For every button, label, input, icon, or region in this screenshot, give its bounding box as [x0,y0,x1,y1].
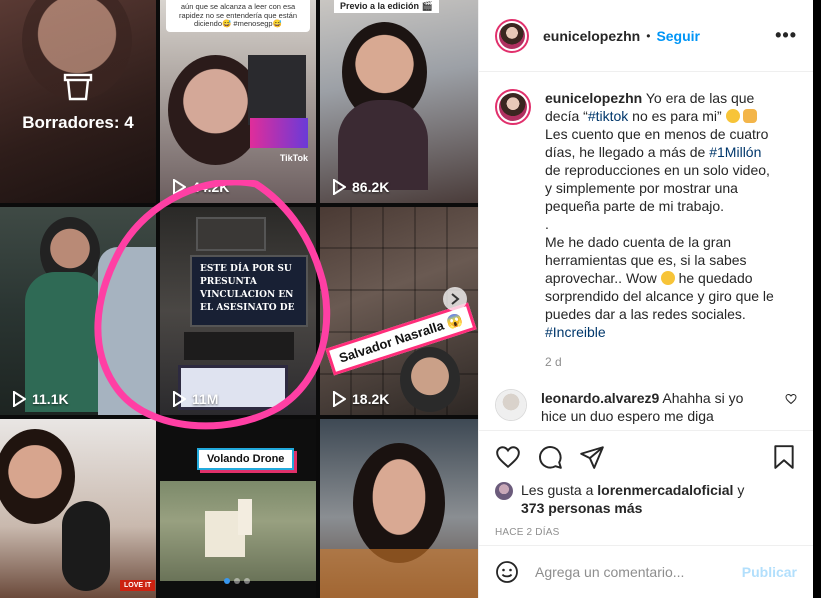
tiktok-watermark: TikTok [279,153,308,163]
church-tower [238,499,252,535]
play-count: 18.2K [332,391,389,407]
comment-input[interactable] [535,564,735,580]
liker-avatar[interactable] [495,482,513,500]
tile-drafts[interactable]: Borradores: 4 [0,0,156,203]
play-icon [173,391,186,407]
play-count: 86.2K [332,179,389,195]
caption-author[interactable]: eunicelopezhn [545,90,642,106]
play-icon [333,179,346,195]
tile-video-3[interactable]: Previo a la edición 🎬 86.2K [320,0,478,203]
likes-count[interactable]: 373 personas más [521,500,642,516]
comment-icon[interactable] [537,444,563,470]
surprised-emoji-icon [660,271,675,285]
add-comment-bar: Publicar [479,545,813,598]
post-media[interactable]: Borradores: 4 aún que se alcanza a leer … [0,0,478,598]
tile-video-7[interactable] [0,419,156,598]
carousel-dots [224,578,250,584]
pointing-hand-emoji-icon [743,109,758,123]
carousel-dot [234,578,240,584]
microphone [62,501,110,591]
publish-button[interactable]: Publicar [742,564,797,580]
person-body [98,247,156,415]
author-avatar[interactable] [495,18,529,53]
drafts-label: Borradores: 4 [22,112,134,132]
commenter-username[interactable]: leonardo.alvarez9 [541,390,659,406]
trash-icon [63,73,93,100]
chevron-right-icon [451,293,460,305]
tile-video-5[interactable]: ESTE DÍA POR SU PRESUNTA VINCULACION EN … [160,207,316,415]
play-count-value: 86.2K [352,179,390,195]
screen-graphic [250,118,308,148]
play-icon [173,179,186,195]
share-icon[interactable] [579,444,605,470]
likes-fragment: y [733,482,745,498]
hashtag-1millon[interactable]: #1Millón [709,144,761,160]
tile-video-4[interactable]: 11.1K [0,207,156,415]
carousel-dot [244,578,250,584]
person-body [320,549,478,598]
background-equipment [196,217,266,251]
likes-fragment: Les gusta a [521,482,598,498]
liker-username[interactable]: lorenmercadaloficial [597,482,733,498]
volando-drone-badge: Volando Drone [197,448,295,470]
play-count-value: 18.2K [352,391,390,407]
tile-video-2[interactable]: aún que se alcanza a leer con esa rapide… [160,0,316,203]
heart-icon[interactable] [495,444,521,470]
next-media-button[interactable] [443,287,467,311]
comment-item: leonardo.alvarez9 Ahahha si yo hice un d… [495,389,797,425]
commenter-avatar[interactable] [495,389,527,421]
play-icon [333,391,346,407]
drafts-overlay: Borradores: 4 [0,0,156,203]
likes-text: Les gusta a lorenmercadaloficial y 373 p… [521,481,744,517]
play-count-value: 11.1K [32,391,69,407]
likes-summary: Les gusta a lorenmercadaloficial y 373 p… [495,481,797,517]
carousel-dot [224,578,230,584]
comments-section[interactable]: eunicelopezhn Yo era de las que decía “#… [479,73,813,429]
caption-fragment: . [545,216,549,232]
video-caption: Previo a la edición 🎬 [334,0,439,13]
tv-screen: ESTE DÍA POR SU PRESUNTA VINCULACION EN … [190,255,308,327]
comment-like-icon[interactable] [785,393,797,405]
follow-button[interactable]: Seguir [656,28,700,44]
person-image [353,443,445,563]
smile-icon[interactable] [495,560,519,584]
play-count: 44.2K [172,179,229,195]
caption-row: eunicelopezhn Yo era de las que decía “#… [495,89,797,341]
background-monitor [248,55,306,125]
caption-fragment: de reproducciones en un solo video, y si… [545,162,770,214]
person-body [338,100,428,190]
hashtag-increible[interactable]: #Increible [545,324,606,340]
play-icon [13,391,26,407]
person-image [0,429,75,524]
post-timestamp[interactable]: HACE 2 DÍAS [495,527,797,538]
caption-timestamp[interactable]: 2 d [545,355,797,369]
video-caption: aún que se alcanza a leer con esa rapide… [166,0,310,32]
bookmark-icon[interactable] [771,444,797,470]
post-details-panel: eunicelopezhn • Seguir ••• eunicelopezhn… [478,0,813,598]
tile-video-8[interactable] [160,419,316,598]
play-count-value: 44.2K [192,179,230,195]
comment-fragment: espero me diga [613,408,714,424]
caption-fragment: no es para mi” [628,108,726,124]
caption-text: eunicelopezhn Yo era de las que decía “#… [545,89,780,341]
window-edge [813,0,821,598]
tile-video-9[interactable] [320,419,478,598]
post-actions: Les gusta a lorenmercadaloficial y 373 p… [479,430,813,538]
love-it-sticker: LOVE IT [120,580,156,591]
laughing-emoji-icon [725,109,740,123]
person-image [400,347,460,412]
play-count: 11.1K [12,391,69,407]
instagram-post-view: Borradores: 4 aún que se alcanza a leer … [0,0,821,598]
caption-author-avatar[interactable] [495,89,531,125]
comment-text: leonardo.alvarez9 Ahahha si yo hice un d… [541,389,751,425]
post-header: eunicelopezhn • Seguir ••• [479,0,813,72]
separator-dot: • [646,28,651,43]
action-icons [495,441,797,473]
monitor-stand [184,332,294,360]
more-icon[interactable]: ••• [775,25,797,46]
play-count: 11M [172,391,218,407]
play-count-value: 11M [192,391,219,407]
author-username[interactable]: eunicelopezhn [543,28,640,44]
hashtag-tiktok[interactable]: #tiktok [588,108,628,124]
